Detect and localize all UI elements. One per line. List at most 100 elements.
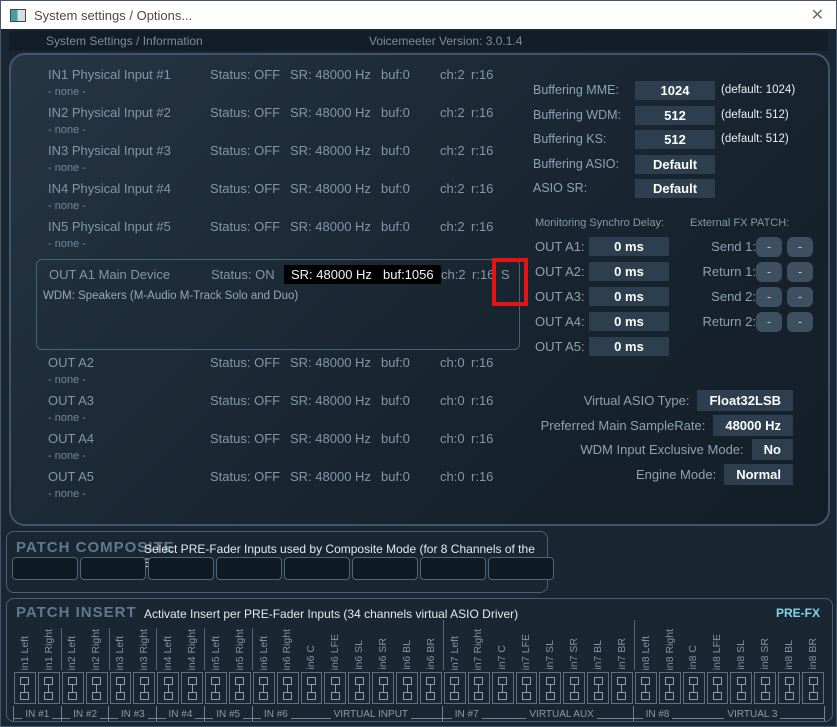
insert-switch[interactable]	[229, 672, 251, 704]
buffering-value-button[interactable]: 1024	[635, 81, 715, 100]
insert-grid: in1 Leftin1 Rightin2 Leftin2 Rightin3 Le…	[13, 620, 825, 721]
out-a1-device-row[interactable]: OUT A1 Main Device Status: ON SR: 48000 …	[36, 259, 520, 350]
option-value-button[interactable]: Float32LSB	[697, 390, 793, 411]
fx-patch-button-1[interactable]: -	[756, 312, 782, 332]
delay-value-button[interactable]: 0 ms	[589, 337, 669, 356]
insert-switch[interactable]	[110, 672, 132, 704]
option-value-button[interactable]: Normal	[724, 464, 793, 485]
insert-switch-icon	[403, 677, 412, 700]
buffering-value-button[interactable]: 512	[635, 130, 715, 149]
patch-insert-title: PATCH INSERT	[16, 604, 137, 621]
device-channels: ch:2	[440, 67, 465, 82]
fx-patch-button-2[interactable]: -	[787, 262, 813, 282]
fx-patch-button-1[interactable]: -	[756, 262, 782, 282]
insert-switch[interactable]	[157, 672, 179, 704]
monitoring-label: OUT A1:	[535, 239, 585, 254]
insert-switch[interactable]	[635, 672, 657, 704]
device-row[interactable]: IN2 Physical Input #2 Status: OFF SR: 48…	[40, 103, 520, 141]
insert-switch[interactable]	[253, 672, 275, 704]
device-channels: ch:2	[440, 105, 465, 120]
fx-patch-button-2[interactable]: -	[787, 237, 813, 257]
insert-switch[interactable]	[468, 672, 490, 704]
fx-patch-button-2[interactable]: -	[787, 312, 813, 332]
insert-group-label: VIRTUAL INPUT	[331, 708, 411, 721]
insert-switch[interactable]	[372, 672, 394, 704]
insert-switch[interactable]	[802, 672, 824, 704]
composite-patch-button[interactable]	[284, 557, 350, 580]
device-row[interactable]: IN4 Physical Input #4 Status: OFF SR: 48…	[40, 179, 520, 217]
device-channels: ch:0	[440, 431, 465, 446]
insert-switch[interactable]	[38, 672, 60, 704]
insert-switch[interactable]	[730, 672, 752, 704]
device-status: Status: OFF	[210, 67, 280, 82]
insert-switch[interactable]	[683, 672, 705, 704]
device-selection: - none -	[48, 374, 86, 386]
device-row[interactable]: OUT A3 Status: OFF SR: 48000 Hz buf:0 ch…	[40, 391, 520, 429]
device-status: Status: OFF	[210, 469, 280, 484]
composite-patch-button[interactable]	[488, 557, 554, 580]
device-row[interactable]: OUT A5 Status: OFF SR: 48000 Hz buf:0 ch…	[40, 467, 520, 505]
insert-switches	[13, 672, 825, 704]
insert-channel-label: in6 BL	[395, 620, 419, 670]
insert-switch-icon	[235, 677, 244, 700]
insert-switch[interactable]	[181, 672, 203, 704]
insert-switch[interactable]	[778, 672, 800, 704]
insert-switch[interactable]	[324, 672, 346, 704]
insert-switch[interactable]	[133, 672, 155, 704]
device-channels: ch:0	[440, 469, 465, 484]
insert-switch[interactable]	[444, 672, 466, 704]
insert-switch[interactable]	[539, 672, 561, 704]
monitoring-label: OUT A2:	[535, 264, 585, 279]
insert-switch[interactable]	[587, 672, 609, 704]
insert-channel-label: in8 SR	[753, 620, 777, 670]
insert-switch[interactable]	[420, 672, 442, 704]
composite-patch-button[interactable]	[148, 557, 214, 580]
insert-switch[interactable]	[86, 672, 108, 704]
insert-switch[interactable]	[301, 672, 323, 704]
insert-switch[interactable]	[62, 672, 84, 704]
insert-switch[interactable]	[516, 672, 538, 704]
fx-patch-button-2[interactable]: -	[787, 287, 813, 307]
device-status: Status: OFF	[210, 143, 280, 158]
insert-switch[interactable]	[396, 672, 418, 704]
composite-patch-button[interactable]	[352, 557, 418, 580]
buffering-value-button[interactable]: 512	[635, 106, 715, 125]
device-row[interactable]: OUT A4 Status: OFF SR: 48000 Hz buf:0 ch…	[40, 429, 520, 467]
pre-fx-button[interactable]: PRE-FX	[776, 606, 820, 620]
insert-channel-label: in5 Left	[204, 620, 228, 670]
composite-patch-button[interactable]	[216, 557, 282, 580]
device-name: IN2 Physical Input #2	[48, 105, 171, 120]
fx-patch-button-1[interactable]: -	[756, 237, 782, 257]
insert-channel-label: in6 Right	[276, 620, 300, 670]
insert-switch[interactable]	[659, 672, 681, 704]
buffering-value-button[interactable]: Default	[635, 155, 715, 174]
insert-channel-label: in8 Right	[658, 620, 682, 670]
composite-patch-button[interactable]	[420, 557, 486, 580]
insert-switch[interactable]	[707, 672, 729, 704]
option-value-button[interactable]: 48000 Hz	[713, 415, 793, 436]
fx-patch-button-1[interactable]: -	[756, 287, 782, 307]
composite-patch-button[interactable]	[80, 557, 146, 580]
device-channels: ch:0	[440, 355, 465, 370]
option-row: Virtual ASIO Type: Float32LSB	[584, 390, 793, 411]
device-row[interactable]: IN1 Physical Input #1 Status: OFF SR: 48…	[40, 65, 520, 103]
insert-switch[interactable]	[205, 672, 227, 704]
insert-switch[interactable]	[348, 672, 370, 704]
device-row[interactable]: IN3 Physical Input #3 Status: OFF SR: 48…	[40, 141, 520, 179]
buffering-value-button[interactable]: Default	[635, 179, 715, 198]
insert-switch[interactable]	[277, 672, 299, 704]
insert-switch[interactable]	[611, 672, 633, 704]
close-icon[interactable]: ✕	[811, 5, 824, 25]
option-value-button[interactable]: No	[752, 439, 793, 460]
insert-switch[interactable]	[563, 672, 585, 704]
fx-patch-label: Return 2:	[655, 314, 756, 329]
insert-switch[interactable]	[14, 672, 36, 704]
insert-channel-label: in5 Right	[228, 620, 252, 670]
device-row[interactable]: IN5 Physical Input #5 Status: OFF SR: 48…	[40, 217, 520, 255]
insert-group: IN #5	[204, 706, 252, 721]
insert-group-label: IN #8	[643, 708, 673, 721]
insert-switch[interactable]	[492, 672, 514, 704]
composite-patch-button[interactable]	[12, 557, 78, 580]
device-row[interactable]: OUT A2 Status: OFF SR: 48000 Hz buf:0 ch…	[40, 353, 520, 391]
insert-switch[interactable]	[754, 672, 776, 704]
